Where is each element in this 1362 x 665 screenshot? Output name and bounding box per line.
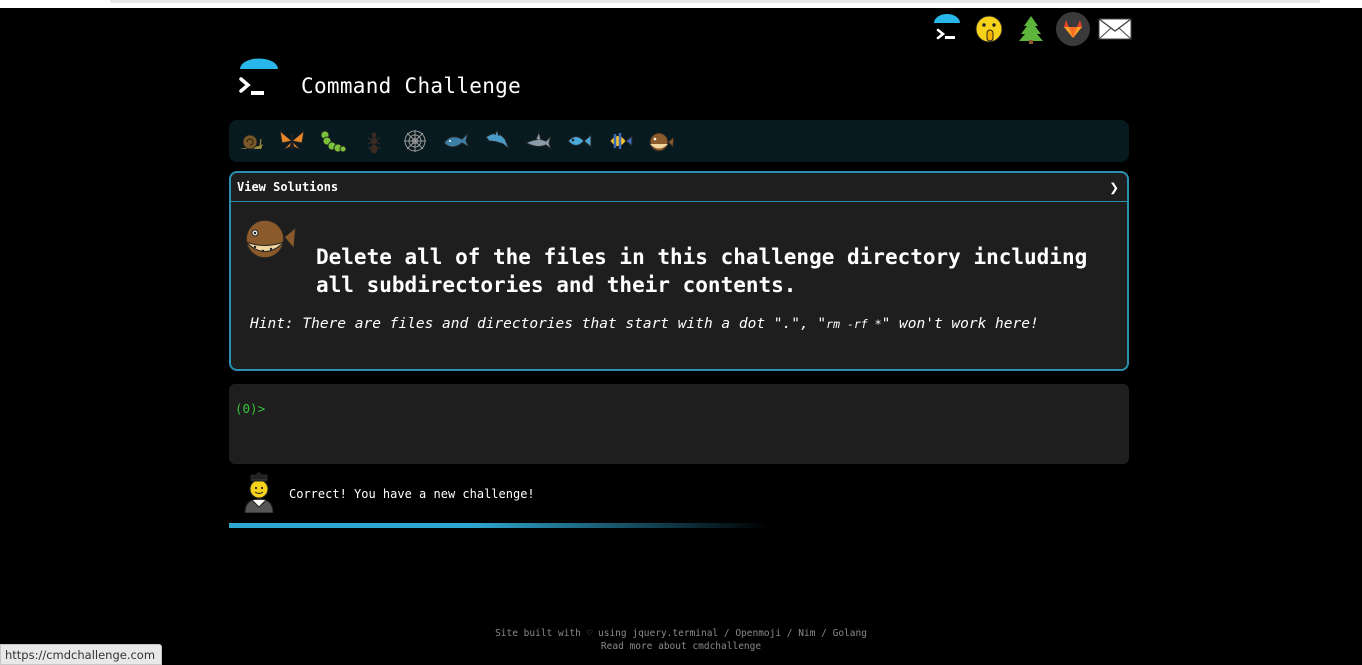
spider-web-icon[interactable] [400,126,430,156]
challenge-hint: Hint: There are files and directories th… [250,316,1039,332]
hint-prefix: Hint: There are files and directories th… [250,316,827,332]
link-read-more[interactable]: Read more about cmdchallenge [601,641,761,652]
tree-icon[interactable] [1014,12,1048,46]
link-golang[interactable]: Golang [833,628,867,639]
gitlab-icon[interactable] [1056,12,1090,46]
hint-suffix: " won't work here! [881,316,1039,332]
tropical-fish-icon[interactable] [605,126,635,156]
whale-icon[interactable] [441,126,471,156]
link-nim[interactable]: Nim [798,628,815,639]
footer-sep: / [781,628,799,639]
shark-icon[interactable] [523,126,553,156]
dolphin-icon[interactable] [482,126,512,156]
footer-sep: / [815,628,833,639]
site-title[interactable]: Command Challenge [301,74,521,98]
feedback-message: Correct! You have a new challenge! [289,487,535,501]
view-solutions-label: View Solutions [237,180,339,194]
footer-credit: Site built with ♡ using [495,628,633,639]
browser-top-strip [110,0,1320,3]
top-nav-icons [930,12,1132,46]
progress-bar [229,523,769,528]
terminal-prompt: (0)> [235,401,266,416]
ant-icon[interactable] [359,126,389,156]
shushing-face-icon[interactable] [972,12,1006,46]
browser-top-edge [0,0,1362,8]
challenge-description: Delete all of the files in this challeng… [316,245,1088,297]
student-avatar-icon [244,472,274,513]
fish-icon[interactable] [564,126,594,156]
view-solutions-toggle[interactable]: View Solutions ❯ [231,173,1127,202]
link-openmoji[interactable]: Openmoji [735,628,781,639]
chevron-right-icon[interactable]: ❯ [1109,178,1119,197]
footer-line-1: Site built with ♡ using jquery.terminal … [0,627,1362,640]
caterpillar-icon[interactable] [318,126,348,156]
browser-status-url: https://cmdchallenge.com [0,644,163,665]
blowfish-icon [241,215,297,263]
challenge-badges [229,120,1129,162]
footer: Site built with ♡ using jquery.terminal … [0,627,1362,653]
snail-icon[interactable] [236,126,266,156]
challenge-panel: View Solutions ❯ Delete all of the files… [229,171,1129,371]
butterfly-icon[interactable] [277,126,307,156]
terminal-umbrella-icon[interactable] [930,12,964,46]
hint-code: rm -rf * [826,317,882,331]
link-jquery-terminal[interactable]: jquery.terminal [632,628,718,639]
terminal-input[interactable]: (0)> [229,384,1129,464]
site-logo-icon[interactable] [236,58,280,102]
feedback-row: Correct! You have a new challenge! [240,471,535,513]
blowfish-icon[interactable] [646,126,676,156]
footer-sep: / [718,628,736,639]
envelope-icon[interactable] [1098,12,1132,46]
